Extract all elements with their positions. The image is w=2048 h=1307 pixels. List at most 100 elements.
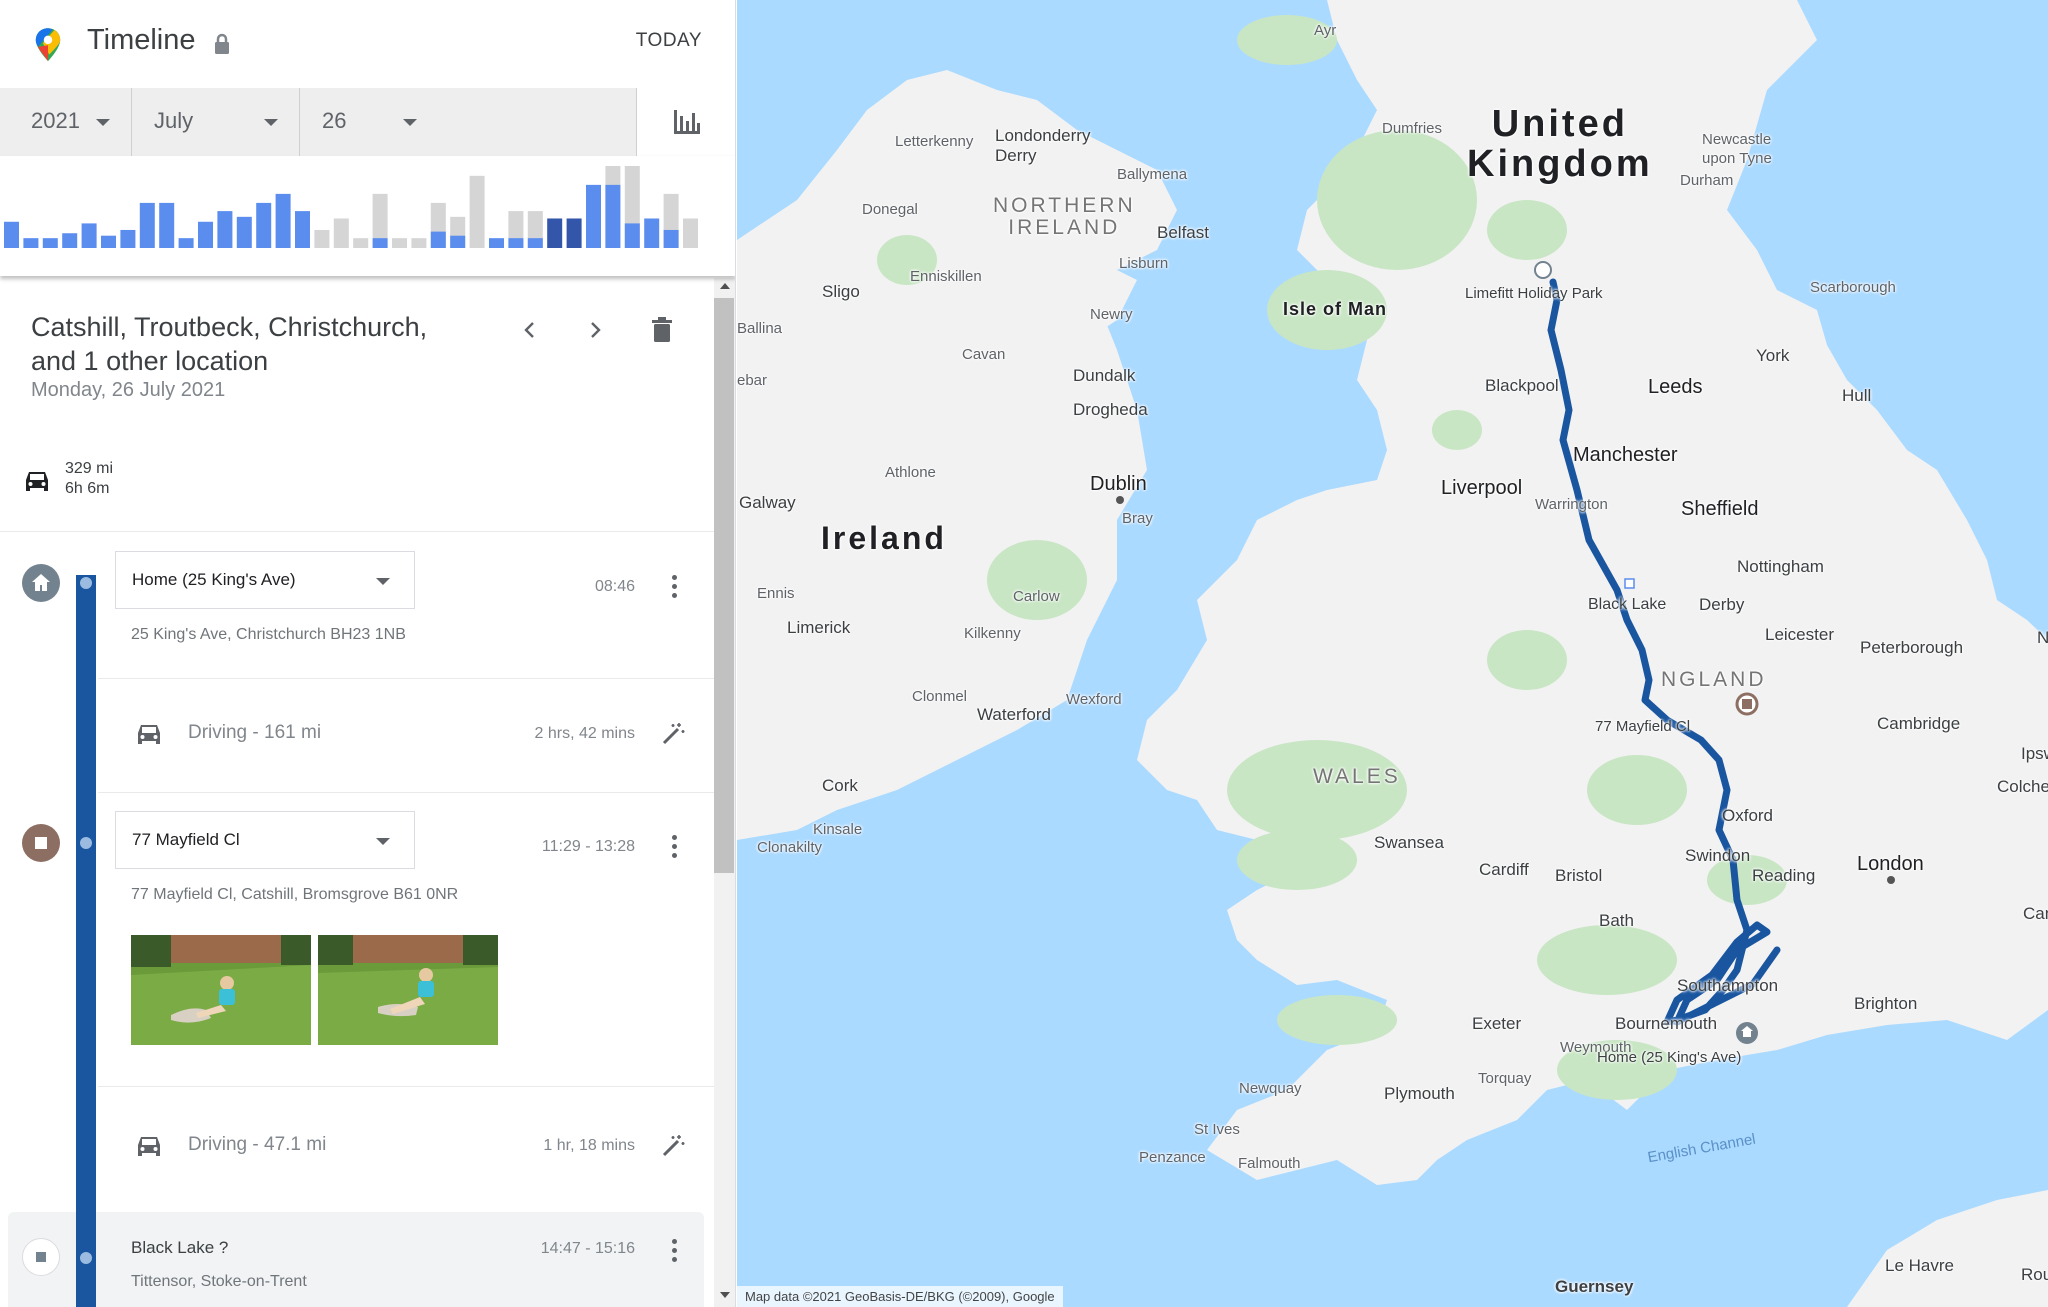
histogram-bar[interactable] [566,218,582,248]
histogram-bar[interactable] [256,202,272,248]
summary-duration: 6h 6m [65,480,110,497]
stop-card-black-lake[interactable] [8,1212,704,1307]
map-label: Ballina [737,320,783,337]
histogram-bar[interactable] [120,229,136,248]
activity-type: Driving [188,1134,248,1155]
histogram-bar[interactable] [547,218,563,248]
stats-button[interactable] [636,88,735,156]
activity-label-2[interactable]: Driving - 47.1 mi [188,1134,326,1156]
map-label: Cante [2023,904,2048,923]
map-label: Donegal [862,201,918,218]
chevron-left-icon[interactable] [512,312,548,348]
map-label: Penzance [1139,1149,1206,1166]
timeline-scroll-area[interactable]: Catshill, Troutbeck, Christchurch, and 1… [0,278,714,1307]
magic-wand-icon[interactable] [660,721,686,747]
map-label: Hull [1842,386,1872,405]
region-label-england: NGLAND [1661,668,1767,691]
home-icon [22,564,60,602]
map-label: Letterkenny [895,133,974,150]
histogram-bar[interactable] [4,221,19,248]
histogram-bar[interactable] [295,211,310,248]
map-label: Manchester [1573,444,1678,466]
map-label: 77 Mayfield Cl [1595,718,1691,735]
month-select[interactable]: July [132,88,300,156]
map-label: Limerick [787,618,851,637]
more-vert-icon[interactable] [664,572,684,602]
day-select[interactable]: 26 [300,88,636,156]
scroll-down-arrow[interactable] [720,1292,730,1298]
histogram-bar[interactable] [275,193,291,248]
histogram-bar[interactable] [236,216,252,248]
place-name[interactable]: Black Lake ? [131,1238,228,1258]
histogram-bar-segment [527,238,543,248]
histogram-bar-segment [624,223,640,248]
histogram-bar[interactable] [101,235,116,248]
activity-label-1[interactable]: Driving - 161 mi [188,722,321,744]
today-button[interactable]: TODAY [636,30,702,52]
histogram-bar[interactable] [392,238,407,248]
stay-time: 14:47 - 15:16 [540,1240,635,1257]
date-selector-bar: 2021 July 26 [0,88,735,156]
map-label: Newcastle upon Tyne [1702,131,1772,167]
histogram-bar[interactable] [353,238,369,248]
histogram-bar[interactable] [217,211,233,248]
map-label: Sheffield [1681,498,1759,520]
histogram-bar[interactable] [23,238,39,248]
histogram-bar[interactable] [139,202,155,248]
histogram-bar[interactable] [198,221,213,248]
map-label: Dundalk [1073,366,1136,385]
scrollbar-thumb[interactable] [714,298,734,873]
histogram-bar[interactable] [469,175,485,248]
more-vert-icon[interactable] [664,1236,684,1266]
activity-type: Driving [188,722,248,743]
map-label: Ennis [757,585,795,602]
histogram-bar[interactable] [42,238,58,248]
histogram-bar-segment [450,235,466,248]
photo-thumbnail-2[interactable] [318,935,498,1045]
chevron-right-icon[interactable] [577,312,613,348]
place-name: Home (25 King's Ave) [132,570,296,589]
histogram-bar[interactable] [586,184,601,248]
place-select-home[interactable]: Home (25 King's Ave) [115,551,415,609]
country-label-uk: United Kingdom [1467,103,1653,185]
scroll-up-arrow[interactable] [720,283,730,289]
map-label: Galway [739,493,796,512]
place-select-stop1[interactable]: 77 Mayfield Cl [115,811,415,869]
histogram-bar[interactable] [411,238,427,248]
region-label-ni: NORTHERN IRELAND [993,194,1136,239]
map-label: Ballymena [1117,166,1188,183]
map-label: Colchest [1997,777,2048,796]
histogram-bar[interactable] [489,238,504,248]
histogram-bar[interactable] [644,218,660,248]
app-bar: Timeline TODAY [0,0,735,88]
map-label: Sligo [822,282,860,301]
map-label: Clonakilty [757,839,823,856]
map-view[interactable]: Ayr Dumfries United Kingdom Newcastle upon… [737,0,2048,1307]
histogram-bar[interactable] [62,233,78,248]
summary-distance: 329 mi [65,460,114,477]
trash-icon[interactable] [644,312,680,348]
map-label: St Ives [1194,1121,1240,1138]
histogram-bar[interactable] [333,218,349,248]
histogram-bar[interactable] [159,202,175,248]
histogram-bar-segment [430,231,446,248]
year-select[interactable]: 2021 [0,88,132,156]
map-label: Cavan [962,346,1006,363]
magic-wand-icon[interactable] [660,1133,686,1159]
map-label: Derby [1699,595,1745,614]
day-histogram[interactable] [0,156,735,276]
map-label: Reading [1752,866,1816,885]
histogram-bar-segment [372,238,388,248]
histogram-bar[interactable] [81,223,97,248]
timeline-dot [80,577,92,589]
histogram-bar[interactable] [178,238,194,248]
map-label: York [1756,346,1790,365]
more-vert-icon[interactable] [664,832,684,862]
map-label: Newry [1090,306,1133,323]
stop-square-icon [22,1238,60,1276]
map-label: Londonderry Derry [995,126,1091,165]
histogram-bar[interactable] [683,218,698,248]
timeline-dot [80,837,92,849]
histogram-bar[interactable] [314,229,330,248]
photo-thumbnail-1[interactable] [131,935,311,1045]
